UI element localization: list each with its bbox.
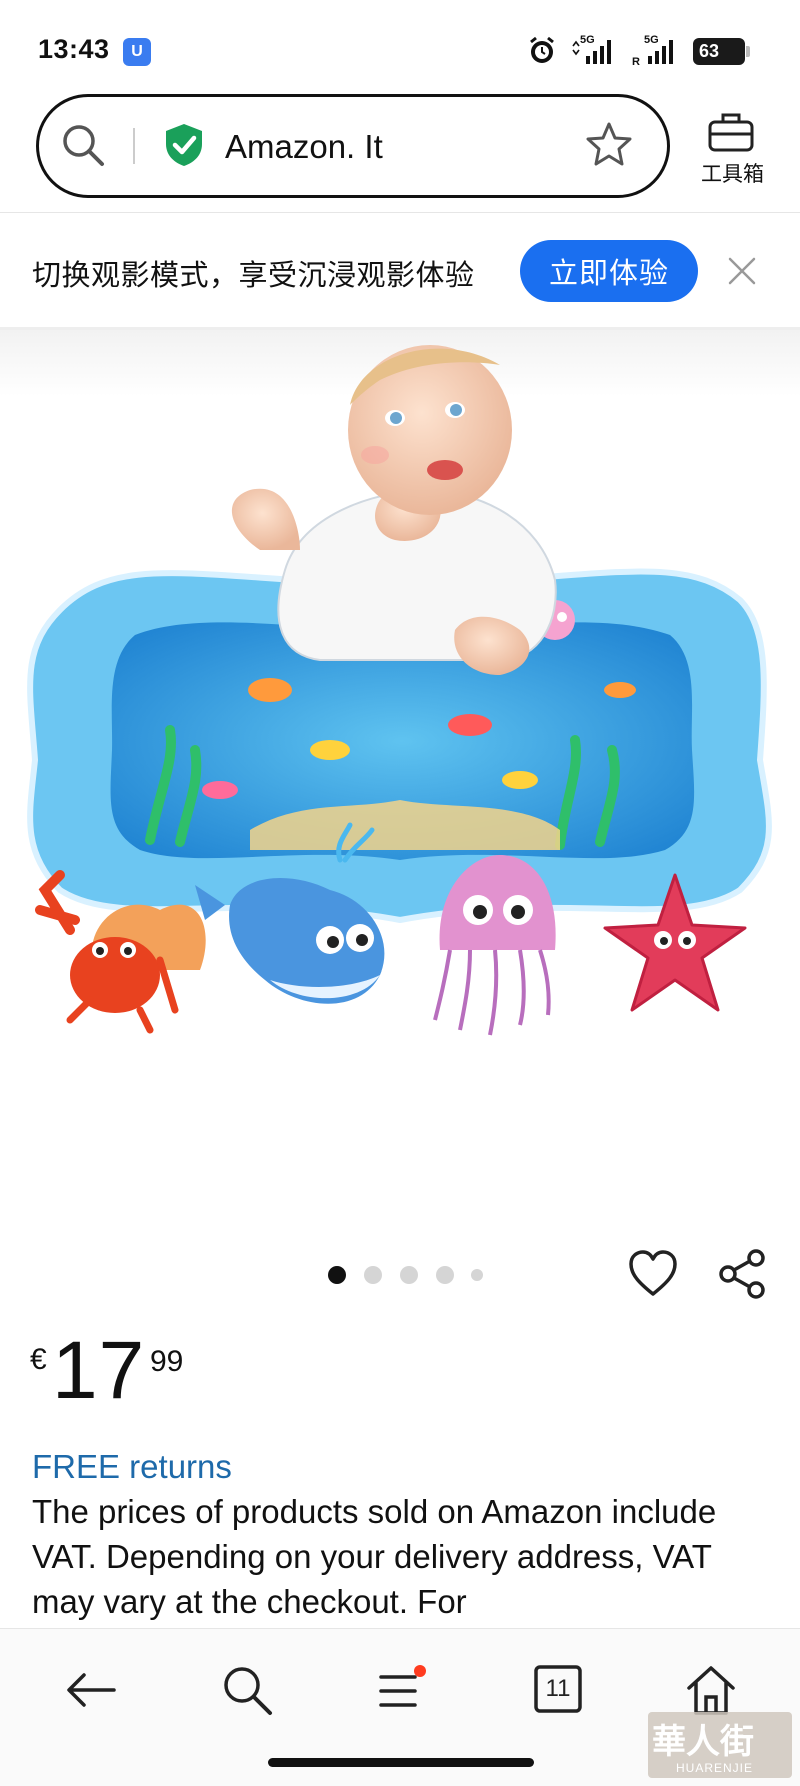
search-icon[interactable] [220, 1663, 274, 1717]
battery-indicator: 63 [693, 38, 750, 65]
status-time: 13:43 [38, 34, 110, 64]
signal-icon-sim2: 5G R [632, 34, 684, 66]
home-indicator-bar[interactable] [268, 1758, 534, 1767]
toolbox-label[interactable]: 工具箱 [695, 158, 770, 188]
search-icon[interactable] [60, 122, 106, 168]
price-fraction: 99 [150, 1345, 184, 1378]
price-whole: 17 [52, 1325, 146, 1416]
free-returns-link[interactable]: FREE returns [32, 1448, 232, 1486]
carousel-dot[interactable] [364, 1266, 382, 1284]
share-icon[interactable] [718, 1248, 768, 1300]
menu-icon[interactable] [373, 1663, 427, 1717]
signal-icon-sim1: 5G [570, 34, 620, 66]
shield-check-icon [166, 124, 202, 166]
star-icon[interactable] [584, 120, 634, 170]
carousel-dot[interactable] [436, 1266, 454, 1284]
carousel-dot[interactable] [400, 1266, 418, 1284]
product-image[interactable] [0, 330, 800, 1160]
close-icon[interactable] [727, 256, 757, 286]
view-mode-banner-text: 切换观影模式，享受沉浸观影体验 [32, 260, 475, 292]
heart-icon[interactable] [628, 1250, 678, 1298]
carousel-dot[interactable] [471, 1269, 483, 1281]
status-bar: 13:43 U 5G 5G R 63 [0, 0, 800, 95]
watermark-text: 華人街 [652, 1722, 754, 1762]
toolbox-icon[interactable] [705, 110, 757, 154]
url-text[interactable]: Amazon. It [225, 128, 383, 166]
price-currency: € [30, 1343, 47, 1376]
tabs-count: 11 [545, 1675, 571, 1702]
address-divider [133, 128, 135, 164]
home-icon[interactable] [684, 1663, 738, 1717]
header-divider [0, 212, 800, 213]
carousel-dot[interactable] [328, 1266, 346, 1284]
back-arrow-icon[interactable] [64, 1663, 118, 1717]
vat-description: The prices of products sold on Amazon in… [32, 1493, 717, 1620]
alarm-icon [530, 36, 554, 63]
svg-text:R: R [632, 56, 640, 66]
vpn-icon: U [123, 38, 151, 66]
watermark-subtext: HUARENJIE [676, 1761, 754, 1775]
tabs-button[interactable]: 11 [532, 1663, 586, 1717]
try-now-button[interactable]: 立即体验 [520, 240, 698, 302]
